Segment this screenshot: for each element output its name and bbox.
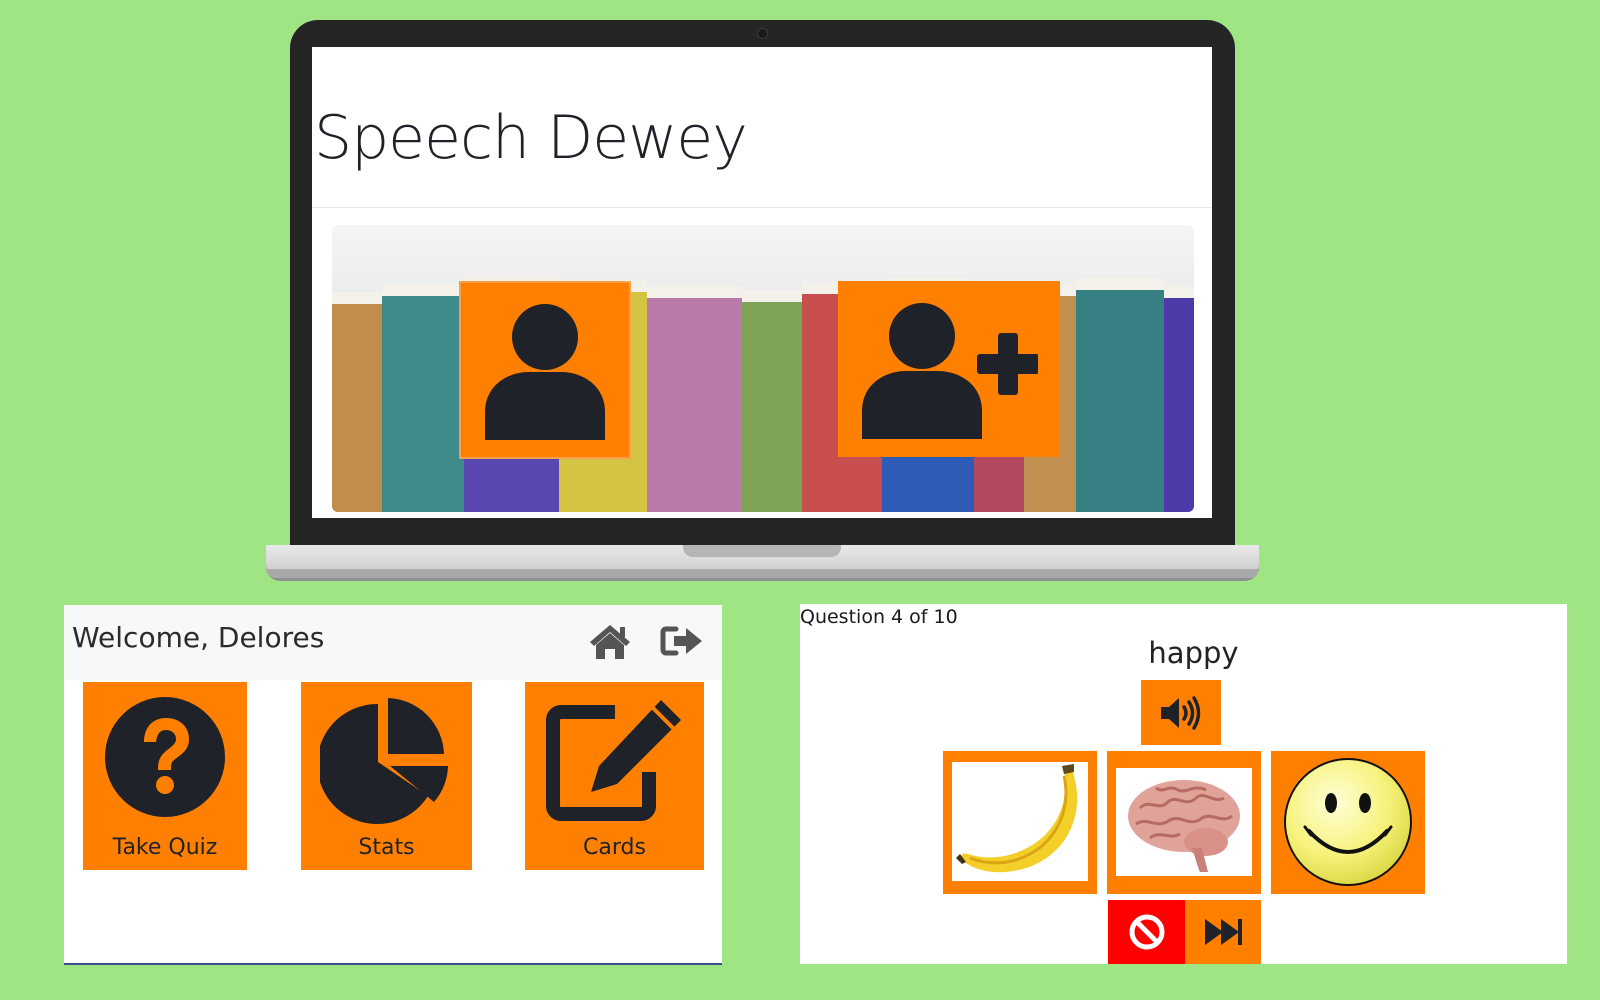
answer-smiley-face[interactable] — [1271, 751, 1425, 894]
target-word: happy — [1148, 636, 1239, 670]
tile-label: Take Quiz — [112, 835, 218, 860]
brain-image — [1128, 780, 1240, 872]
laptop-frame: Speech Dewey — [290, 20, 1235, 550]
answer-banana[interactable] — [943, 751, 1097, 894]
user-icon — [485, 304, 605, 440]
book — [1164, 286, 1194, 512]
volume-up-icon — [1161, 695, 1201, 730]
answer-brain[interactable] — [1107, 751, 1261, 894]
app-title: Speech Dewey — [314, 103, 748, 173]
question-circle-icon — [105, 697, 225, 817]
cards-tile[interactable]: Cards — [525, 682, 704, 870]
book — [382, 284, 464, 512]
book — [647, 286, 742, 512]
play-audio-button[interactable] — [1141, 680, 1221, 745]
take-quiz-tile[interactable]: Take Quiz — [83, 682, 247, 870]
edit-icon — [545, 700, 681, 821]
signup-button[interactable] — [838, 281, 1060, 457]
quiz-panel: Question 4 of 10 happy — [800, 604, 1567, 964]
home-button[interactable] — [588, 621, 632, 661]
dashboard-panel: Welcome, Delores Take Quiz Stats Cards — [64, 605, 722, 965]
question-counter: Question 4 of 10 — [800, 606, 958, 628]
login-button[interactable] — [459, 281, 631, 459]
book — [332, 292, 382, 512]
fast-forward-icon — [1205, 919, 1242, 945]
user-plus-icon — [862, 303, 1038, 439]
banana-image — [956, 764, 1078, 873]
book — [1076, 278, 1164, 512]
smiley-face-image — [1284, 758, 1412, 886]
tile-label: Cards — [583, 835, 646, 860]
webcam — [757, 28, 768, 39]
logout-button[interactable] — [660, 621, 704, 661]
sign-out-icon — [660, 626, 702, 656]
laptop-base — [266, 545, 1259, 578]
tile-label: Stats — [358, 835, 415, 860]
ban-icon — [1129, 914, 1164, 950]
book — [742, 290, 802, 512]
home-icon — [590, 625, 630, 659]
divider — [312, 207, 1212, 208]
stats-tile[interactable]: Stats — [301, 682, 472, 870]
welcome-message: Welcome, Delores — [72, 621, 325, 654]
next-question-button[interactable] — [1185, 900, 1261, 964]
laptop-notch — [683, 545, 841, 557]
landing-screen: Speech Dewey — [312, 47, 1212, 518]
dashboard-header: Welcome, Delores — [64, 605, 722, 680]
books-banner — [332, 225, 1194, 512]
pie-chart-icon — [319, 698, 448, 824]
skip-button[interactable] — [1108, 900, 1185, 964]
